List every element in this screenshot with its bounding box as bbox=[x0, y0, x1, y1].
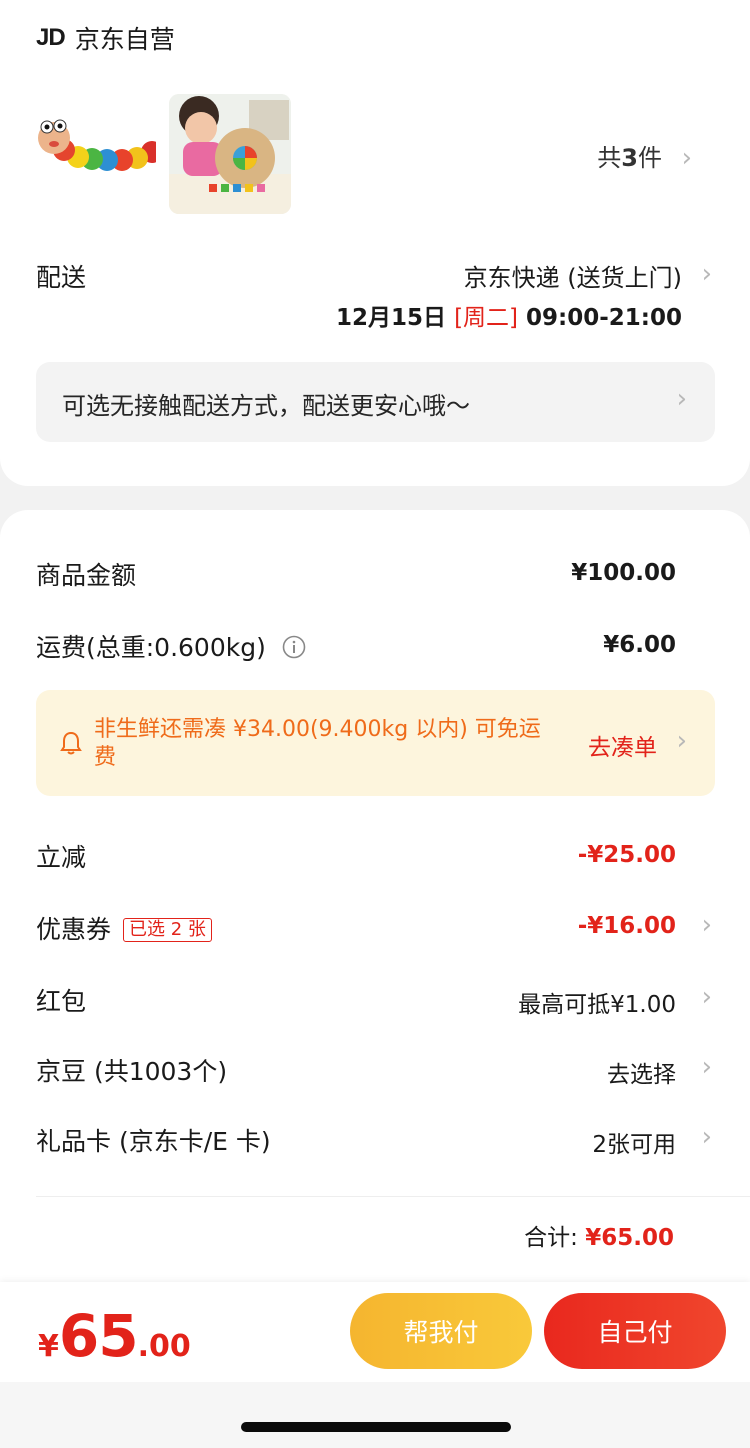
chevron-right-icon[interactable]: › bbox=[702, 1122, 712, 1152]
jingdou-label: 京豆 (共1003个) bbox=[36, 1057, 228, 1086]
item-count[interactable]: 共3件 bbox=[597, 138, 662, 173]
red-packet-label: 红包 bbox=[36, 987, 87, 1016]
pay-myself-button[interactable]: 自己付 bbox=[544, 1293, 726, 1369]
chevron-right-icon[interactable]: › bbox=[682, 143, 692, 173]
shipping-label: 运费(总重:0.600kg) bbox=[36, 628, 306, 664]
goods-amount-value: ¥100.00 bbox=[571, 560, 676, 586]
contactless-delivery-notice[interactable]: 可选无接触配送方式，配送更安心哦～ › bbox=[36, 362, 715, 442]
delivery-time[interactable]: 12月15日 [周二] 09:00-21:00 bbox=[336, 298, 682, 332]
chevron-right-icon[interactable]: › bbox=[702, 259, 712, 289]
instant-discount-label: 立减 bbox=[36, 843, 87, 872]
delivery-method[interactable]: 京东快递 (送货上门) bbox=[464, 258, 682, 293]
jingdou-select[interactable]: 去选择 bbox=[607, 1055, 676, 1089]
gift-card-label: 礼品卡 (京东卡/E 卡) bbox=[36, 1127, 271, 1156]
pay-bar: ¥65.00 帮我付 自己付 bbox=[0, 1282, 750, 1382]
order-total-amount: ¥65.00 bbox=[585, 1225, 674, 1251]
shop-card: JD 京东自营 共3件 › 配送 京东快递 (送货上门) › 12月15日 [周… bbox=[0, 0, 750, 486]
home-indicator-area bbox=[0, 1382, 750, 1448]
jd-logo: JD bbox=[36, 24, 66, 51]
shop-name: 京东自营 bbox=[74, 25, 175, 54]
order-total: 合计: ¥65.00 bbox=[524, 1225, 674, 1251]
shipping-value: ¥6.00 bbox=[603, 632, 676, 658]
notice-text: 可选无接触配送方式，配送更安心哦～ bbox=[62, 392, 470, 420]
promo-text: 非生鲜还需凑 ¥34.00(9.400kg 以内) 可免运费 bbox=[94, 717, 541, 770]
coupon-label[interactable]: 优惠券 已选 2 张 bbox=[36, 910, 212, 946]
free-shipping-promo[interactable]: 非生鲜还需凑 ¥34.00(9.400kg 以内) 可免运费 去凑单 › bbox=[36, 690, 715, 796]
coupon-selected-badge: 已选 2 张 bbox=[123, 918, 212, 942]
delivery-label: 配送 bbox=[36, 263, 87, 292]
bell-icon bbox=[60, 731, 82, 755]
order-summary-card bbox=[0, 510, 750, 1290]
gift-card-value[interactable]: 2张可用 bbox=[592, 1125, 676, 1159]
chevron-right-icon[interactable]: › bbox=[702, 910, 712, 940]
red-packet-value[interactable]: 最高可抵¥1.00 bbox=[518, 985, 676, 1019]
chevron-right-icon: › bbox=[676, 384, 687, 414]
divider bbox=[36, 1196, 750, 1197]
instant-discount-value: -¥25.00 bbox=[577, 842, 676, 868]
add-items-link[interactable]: 去凑单 bbox=[588, 728, 657, 762]
coupon-value[interactable]: -¥16.00 bbox=[578, 913, 676, 939]
help-me-pay-button[interactable]: 帮我付 bbox=[350, 1293, 532, 1369]
chevron-right-icon[interactable]: › bbox=[702, 1052, 712, 1082]
shop-header: JD 京东自营 bbox=[36, 18, 175, 58]
goods-amount-label: 商品金额 bbox=[36, 561, 137, 590]
pay-amount: ¥65.00 bbox=[38, 1302, 191, 1370]
home-indicator[interactable] bbox=[241, 1422, 511, 1432]
product-thumbnail-caterpillar[interactable] bbox=[34, 94, 156, 214]
chevron-right-icon: › bbox=[676, 726, 687, 756]
product-thumbnail-clock[interactable] bbox=[169, 94, 291, 214]
chevron-right-icon[interactable]: › bbox=[702, 982, 712, 1012]
info-icon[interactable] bbox=[282, 635, 306, 659]
